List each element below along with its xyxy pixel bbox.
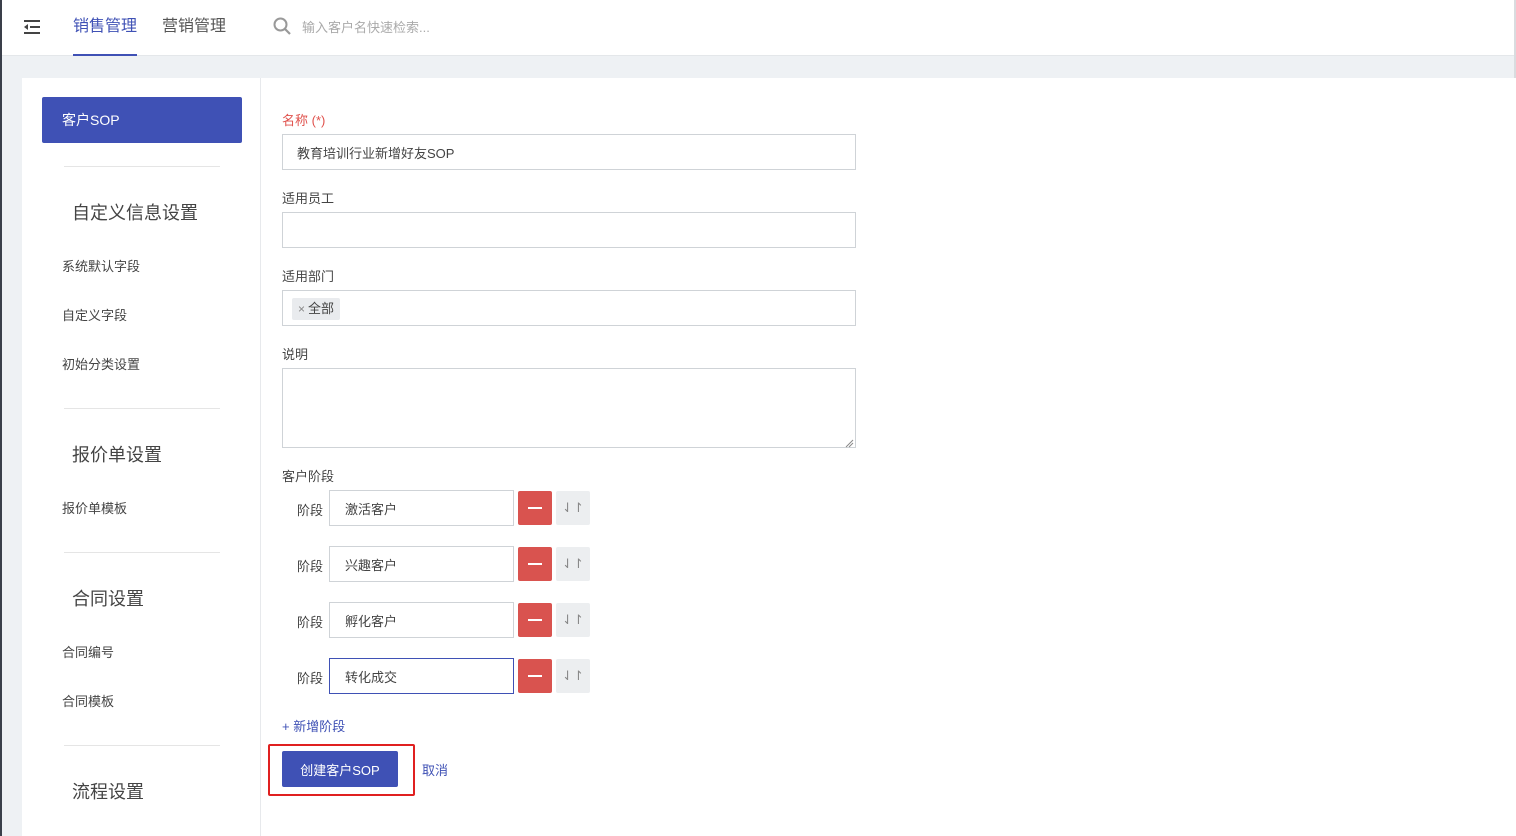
sidebar-divider <box>64 552 220 553</box>
stage-label: 阶段 <box>297 503 324 518</box>
resize-grip-icon[interactable] <box>844 438 854 448</box>
stage-sort-icon[interactable]: ⇃↾ <box>556 603 590 637</box>
stage-sort-icon[interactable]: ⇃↾ <box>556 547 590 581</box>
department-select[interactable]: × 全部 <box>282 290 856 326</box>
staff-input[interactable] <box>282 212 856 248</box>
stage-label: 阶段 <box>297 559 324 574</box>
customer-stages-label: 客户阶段 <box>282 469 335 484</box>
tab-marketing-management[interactable]: 营销管理 <box>162 0 226 56</box>
staff-label: 适用员工 <box>282 191 335 206</box>
stage-label: 阶段 <box>297 671 324 686</box>
sidebar-item-contract-number[interactable]: 合同编号 <box>62 642 114 661</box>
add-stage-link[interactable]: + 新增阶段 <box>282 716 345 735</box>
create-sop-button[interactable]: 创建客户SOP <box>282 751 398 787</box>
sidebar-item-default-fields[interactable]: 系统默认字段 <box>62 256 140 275</box>
description-label: 说明 <box>282 347 309 362</box>
tab-sales-management[interactable]: 销售管理 <box>73 0 138 56</box>
name-label: 名称 (*) <box>282 113 326 128</box>
sidebar-item-custom-fields[interactable]: 自定义字段 <box>62 305 127 324</box>
top-navigation-bar: 销售管理 营销管理 <box>2 0 1514 56</box>
sidebar-heading-quotation: 报价单设置 <box>72 445 162 465</box>
sidebar-heading-custom-info: 自定义信息设置 <box>72 203 198 223</box>
content-panel: 客户SOP 自定义信息设置 系统默认字段 自定义字段 初始分类设置 报价单设置 … <box>22 78 1516 836</box>
stage-remove-button[interactable] <box>518 547 552 581</box>
sidebar-heading-contract: 合同设置 <box>72 589 144 609</box>
sidebar-divider <box>64 745 220 746</box>
sidebar-divider <box>64 166 220 167</box>
tag-remove-icon[interactable]: × <box>298 302 305 316</box>
cancel-link[interactable]: 取消 <box>422 760 448 779</box>
stage-sort-icon[interactable]: ⇃↾ <box>556 491 590 525</box>
stage-input[interactable] <box>329 658 514 694</box>
name-input[interactable] <box>282 134 856 170</box>
sidebar-heading-workflow: 流程设置 <box>72 782 144 802</box>
stage-input[interactable] <box>329 490 514 526</box>
sidebar-divider <box>64 408 220 409</box>
sidebar-item-customer-sop[interactable]: 客户SOP <box>42 97 242 143</box>
stage-remove-button[interactable] <box>518 659 552 693</box>
stage-remove-button[interactable] <box>518 491 552 525</box>
department-tag-label: 全部 <box>308 301 335 316</box>
sidebar-item-initial-category[interactable]: 初始分类设置 <box>62 354 140 373</box>
stage-remove-button[interactable] <box>518 603 552 637</box>
department-label: 适用部门 <box>282 269 335 284</box>
menu-collapse-icon[interactable] <box>22 17 42 37</box>
stage-input[interactable] <box>329 546 514 582</box>
stage-label: 阶段 <box>297 615 324 630</box>
description-textarea[interactable] <box>282 368 856 448</box>
stage-input[interactable] <box>329 602 514 638</box>
settings-sidebar: 客户SOP 自定义信息设置 系统默认字段 自定义字段 初始分类设置 报价单设置 … <box>22 78 261 836</box>
sidebar-item-contract-template[interactable]: 合同模板 <box>62 691 114 710</box>
sidebar-item-quotation-template[interactable]: 报价单模板 <box>62 498 127 517</box>
window-left-edge <box>0 0 2 836</box>
search-icon <box>273 17 291 35</box>
customer-search-input[interactable] <box>302 14 602 40</box>
stage-sort-icon[interactable]: ⇃↾ <box>556 659 590 693</box>
department-tag: × 全部 <box>292 298 341 320</box>
